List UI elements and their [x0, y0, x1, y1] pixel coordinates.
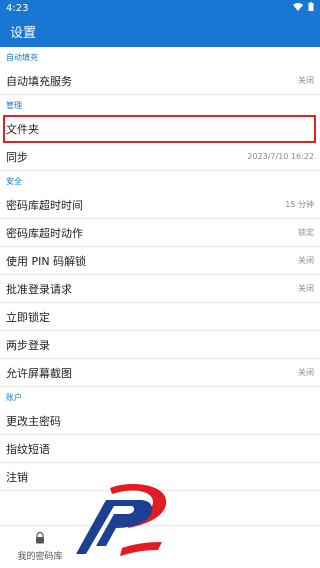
lock-icon	[34, 531, 46, 547]
app-bar: 设置	[0, 16, 320, 47]
setting-sync[interactable]: 同步 2023/7/10 16:22	[0, 143, 320, 171]
section-header-manage: 管理	[6, 100, 22, 110]
setting-value: 关闭	[298, 284, 314, 293]
setting-label: 更改主密码	[6, 414, 61, 428]
setting-label: 允许屏幕截图	[6, 366, 72, 380]
nav-item-my-vault[interactable]: 我的密码库	[0, 526, 80, 568]
setting-label: 文件夹	[6, 122, 39, 136]
status-icons	[293, 2, 314, 14]
page-title: 设置	[10, 26, 37, 41]
setting-label: 使用 PIN 码解锁	[6, 254, 87, 268]
setting-allow-screenshots[interactable]: 允许屏幕截图 关闭	[0, 359, 320, 387]
settings-screen: 4:23 设置 自动填充 自动填充服务 关闭 管理 文件夹 同步 2023/7/…	[0, 0, 320, 568]
setting-label: 密码库超时时间	[6, 198, 83, 212]
section-header-account: 账户	[6, 392, 22, 402]
setting-approve-login-requests[interactable]: 批准登录请求 关闭	[0, 275, 320, 303]
setting-label: 自动填充服务	[6, 74, 72, 88]
setting-vault-timeout-action[interactable]: 密码库超时动作 锁定	[0, 219, 320, 247]
status-bar: 4:23	[0, 0, 320, 16]
setting-lock-now[interactable]: 立即锁定	[0, 303, 320, 331]
setting-label: 立即锁定	[6, 310, 50, 324]
setting-label: 两步登录	[6, 338, 50, 352]
setting-vault-timeout[interactable]: 密码库超时时间 15 分钟	[0, 191, 320, 219]
section-header-autofill: 自动填充	[6, 52, 38, 62]
setting-log-out[interactable]: 注销	[0, 463, 320, 491]
setting-fingerprint-phrase[interactable]: 指纹短语	[0, 435, 320, 463]
wifi-icon	[293, 2, 303, 14]
settings-list: 自动填充 自动填充服务 关闭 管理 文件夹 同步 2023/7/10 16:22…	[0, 47, 320, 491]
setting-value: 关闭	[298, 368, 314, 377]
setting-label: 批准登录请求	[6, 282, 72, 296]
setting-two-step-login[interactable]: 两步登录	[0, 331, 320, 359]
battery-icon	[308, 2, 314, 14]
setting-label: 指纹短语	[6, 442, 50, 456]
nav-item-label: 我的密码库	[17, 552, 63, 562]
setting-value: 15 分钟	[285, 200, 314, 209]
setting-value: 关闭	[298, 76, 314, 85]
setting-label: 密码库超时动作	[6, 226, 83, 240]
setting-label: 注销	[6, 470, 28, 484]
setting-value: 2023/7/10 16:22	[247, 152, 314, 161]
setting-value: 锁定	[298, 228, 314, 237]
setting-unlock-with-pin[interactable]: 使用 PIN 码解锁 关闭	[0, 247, 320, 275]
status-time: 4:23	[6, 2, 29, 14]
setting-change-master-password[interactable]: 更改主密码	[0, 407, 320, 435]
setting-folders[interactable]: 文件夹	[3, 115, 316, 143]
section-header-security: 安全	[6, 176, 22, 186]
bottom-navigation: 我的密码库	[0, 525, 320, 568]
setting-value: 关闭	[298, 256, 314, 265]
setting-autofill-service[interactable]: 自动填充服务 关闭	[0, 67, 320, 95]
setting-label: 同步	[6, 150, 28, 164]
